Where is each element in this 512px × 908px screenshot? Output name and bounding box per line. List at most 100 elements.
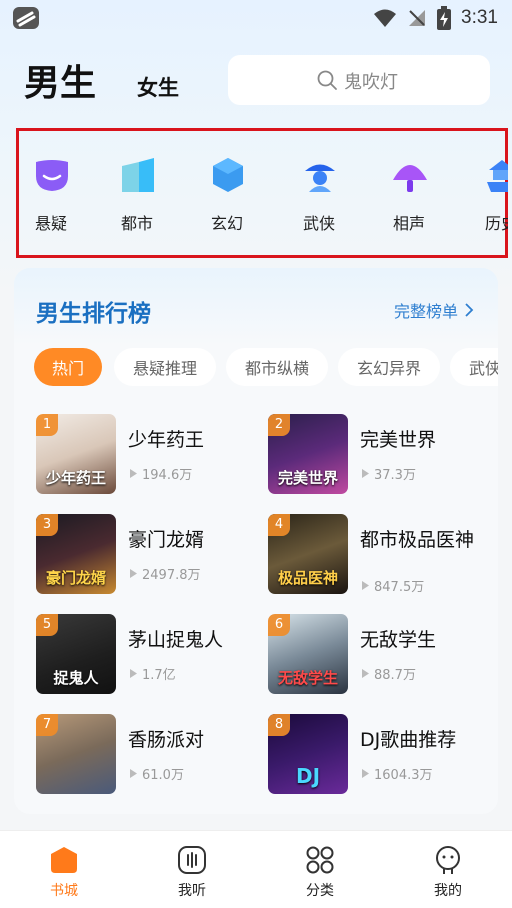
rank-badge: 1 [36,414,58,436]
ranking-book-item[interactable]: 6 无敌学生 无敌学生 88.7万 [268,614,488,698]
play-count-value: 1604.3万 [374,768,433,783]
play-count-icon [362,669,369,678]
search-input[interactable]: 鬼吹灯 [228,55,490,105]
book-title: 完美世界 [360,429,437,451]
full-ranking-label: 完整榜单 [393,302,458,321]
ranking-book-item[interactable]: 4 极品医神 都市极品医神 847.5万 [268,514,488,598]
play-count-icon [130,669,137,678]
play-count-value: 88.7万 [374,668,416,683]
play-count-value: 37.3万 [374,468,416,483]
nav-label: 我听 [178,883,206,899]
building-icon [122,158,154,192]
ranking-filter-chips: 热门 悬疑推理 都市纵横 玄幻异界 武侠 [34,348,498,390]
book-cover: 6 无敌学生 [268,614,348,694]
app-notification-icon [13,7,39,29]
search-placeholder: 鬼吹灯 [344,72,398,93]
category-grid-icon [306,846,334,874]
nav-profile[interactable]: 我的 [408,845,488,901]
play-count-icon [130,569,137,578]
category-item-crosstalk[interactable]: 相声 [374,150,444,240]
chip-fantasy[interactable]: 玄幻异界 [338,348,440,386]
male-ranking-card: 男生排行榜 完整榜单 热门 悬疑推理 都市纵横 玄幻异界 武侠 1 少年药王 少… [14,268,498,814]
full-ranking-link[interactable]: 完整榜单 [394,298,474,322]
book-title: 少年药王 [128,429,205,451]
bookstore-icon [51,847,77,873]
rank-badge: 6 [268,614,290,636]
book-cover: 8 DJ [268,714,348,794]
chevron-right-icon [465,303,474,317]
chip-martial-arts[interactable]: 武侠 [450,348,498,386]
book-title: 香肠派对 [128,729,205,751]
play-count-value: 1.7亿 [142,668,176,683]
category-label: 悬疑 [34,214,67,233]
ranking-book-item[interactable]: 3 豪门龙婿 豪门龙婿 2497.8万 [36,514,256,598]
cover-title: 极品医神 [277,569,338,587]
book-play-count: 61.0万 [130,764,184,783]
category-item-fantasy[interactable]: 玄幻 [192,150,262,240]
category-label: 武侠 [302,214,335,233]
book-title: 无敌学生 [360,629,437,651]
book-play-count: 1.7亿 [130,664,176,683]
ranking-book-item[interactable]: 8 DJ DJ歌曲推荐 1604.3万 [268,714,488,798]
play-count-value: 194.6万 [142,468,193,483]
rank-badge: 7 [36,714,58,736]
book-play-count: 1604.3万 [362,764,433,783]
play-count-value: 847.5万 [374,580,425,595]
nav-label: 书城 [50,883,78,899]
nav-label: 分类 [306,883,334,899]
book-play-count: 847.5万 [362,576,424,595]
category-row[interactable]: 悬疑 都市 玄幻 武侠 相声 历 [16,150,508,240]
book-cover: 3 豪门龙婿 [36,514,116,594]
book-cover: 1 少年药王 [36,414,116,494]
nav-listen[interactable]: 我听 [152,845,232,901]
play-count-icon [362,469,369,478]
book-play-count: 194.6万 [130,464,192,483]
ranking-book-item[interactable]: 2 完美世界 完美世界 37.3万 [268,414,488,498]
mask-icon [36,160,68,191]
book-play-count: 88.7万 [362,664,416,683]
category-item-suspense[interactable]: 悬疑 [16,150,86,240]
chip-hot[interactable]: 热门 [34,348,102,386]
book-title: 都市极品医神 [360,529,475,551]
book-title: DJ歌曲推荐 [360,729,457,751]
ranking-book-item[interactable]: 1 少年药王 少年药王 194.6万 [36,414,256,498]
tab-male[interactable]: 男生 [24,54,96,106]
profile-icon [436,846,460,874]
play-count-icon [130,469,137,478]
book-play-count: 37.3万 [362,464,416,483]
nav-bookstore[interactable]: 书城 [24,845,104,901]
book-title: 豪门龙婿 [128,529,205,551]
book-cover: 2 完美世界 [268,414,348,494]
play-count-icon [130,769,137,778]
rank-badge: 4 [268,514,290,536]
category-label: 相声 [392,214,425,233]
category-item-urban[interactable]: 都市 [102,150,172,240]
cover-title: 无敌学生 [277,669,338,687]
folding-fan-icon [393,165,427,192]
swordsman-hat-icon [305,164,335,192]
chip-suspense[interactable]: 悬疑推理 [114,348,216,386]
rank-badge: 3 [36,514,58,536]
nav-category[interactable]: 分类 [280,845,360,901]
nav-label: 我的 [434,883,462,899]
book-title: 茅山捉鬼人 [128,629,224,651]
category-item-history[interactable]: 历史 [466,150,508,240]
category-label: 都市 [120,214,153,233]
rank-badge: 8 [268,714,290,736]
ranking-book-item[interactable]: 7 香肠派对 61.0万 [36,714,256,798]
no-signal-icon [409,10,426,26]
search-icon [317,70,337,90]
ranking-book-item[interactable]: 5 捉鬼人 茅山捉鬼人 1.7亿 [36,614,256,698]
tab-female[interactable]: 女生 [137,72,179,102]
rank-badge: 2 [268,414,290,436]
hexagon-gem-icon [213,158,243,192]
chip-urban[interactable]: 都市纵横 [226,348,328,386]
category-label: 玄幻 [210,214,243,233]
play-count-value: 2497.8万 [142,568,201,583]
category-item-martial-arts[interactable]: 武侠 [284,150,354,240]
book-cover: 7 [36,714,116,794]
play-count-icon [362,769,369,778]
cover-title: 豪门龙婿 [45,569,106,587]
battery-charging-icon [437,6,452,30]
book-cover: 4 极品医神 [268,514,348,594]
